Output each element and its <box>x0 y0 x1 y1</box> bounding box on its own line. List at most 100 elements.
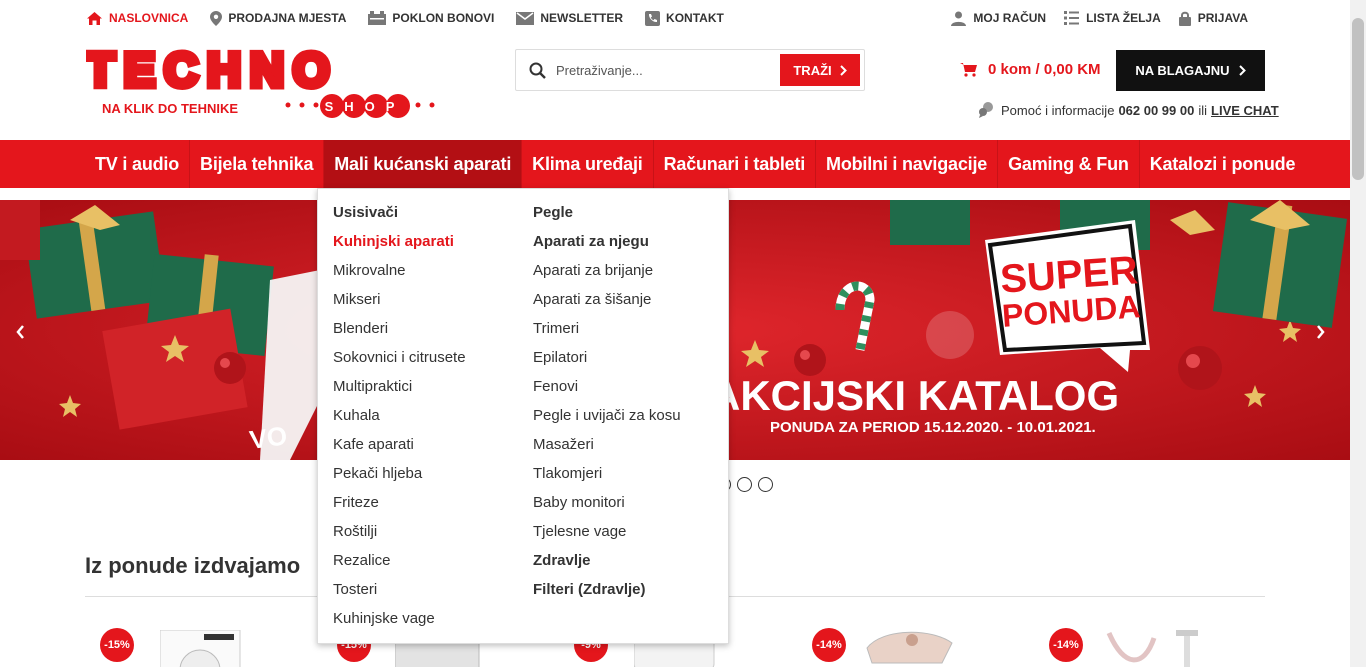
nav-item-mobilni-navigacije[interactable]: Mobilni i navigacije <box>815 140 997 188</box>
checkout-button-label: NA BLAGAJNU <box>1135 63 1230 78</box>
search-button[interactable]: TRAŽI <box>780 54 860 86</box>
search-input[interactable] <box>556 60 776 80</box>
phone-icon <box>645 10 661 26</box>
home-icon <box>87 11 102 25</box>
nav-item-racunari-tableti[interactable]: Računari i tableti <box>652 140 815 188</box>
dropdown-item[interactable]: Mikrovalne <box>333 259 466 288</box>
top-link-wishlist[interactable]: LISTA ŽELJA <box>1064 8 1161 28</box>
chevron-right-icon <box>839 64 847 76</box>
dropdown-item[interactable]: Usisivači <box>333 201 466 230</box>
carousel-dot[interactable] <box>758 477 773 492</box>
svg-text:TECHNO: TECHNO <box>86 48 338 96</box>
page-scrollbar[interactable] <box>1350 0 1366 667</box>
mail-icon <box>516 11 535 25</box>
dropdown-item[interactable]: Zdravlje <box>533 549 681 578</box>
svg-text:SHOP: SHOP <box>325 99 406 114</box>
dropdown-item[interactable]: Sokovnici i citrusete <box>333 346 466 375</box>
dropdown-item[interactable]: Kuhala <box>333 404 466 433</box>
checkout-button[interactable]: NA BLAGAJNU <box>1116 50 1265 91</box>
gift-card-icon <box>368 11 387 25</box>
hero-prev-arrow[interactable] <box>16 322 25 345</box>
top-link-gift-label: POKLON BONOVI <box>392 11 495 25</box>
nav-item-klima-uredjaji[interactable]: Klima uređaji <box>521 140 652 188</box>
top-link-contact-label: KONTAKT <box>666 11 724 25</box>
discount-badge: -14% <box>812 628 846 662</box>
nav-item-katalozi-ponude[interactable]: Katalozi i ponude <box>1138 140 1306 188</box>
help-phone: 062 00 99 00 <box>1118 102 1195 118</box>
dropdown-item[interactable]: Fenovi <box>533 375 681 404</box>
dropdown-item[interactable]: Kafe aparati <box>333 433 466 462</box>
top-link-home[interactable]: NASLOVNICA <box>86 8 188 28</box>
nav-item-tv-audio[interactable]: TV i audio <box>85 140 189 188</box>
svg-text:PONUDA ZA PERIOD 15.12.2020. -: PONUDA ZA PERIOD 15.12.2020. - 10.01.202… <box>770 419 1096 436</box>
lock-icon <box>1178 11 1191 26</box>
list-icon <box>1064 11 1080 25</box>
cart-summary-label: 0 kom / 0,00 KM <box>988 61 1101 78</box>
dropdown-item[interactable]: Aparati za brijanje <box>533 259 681 288</box>
user-icon <box>951 11 967 26</box>
dropdown-item[interactable]: Pegle <box>533 201 681 230</box>
dropdown-item[interactable]: Filteri (Zdravlje) <box>533 578 681 607</box>
dropdown-item[interactable]: Aparati za njegu <box>533 230 681 259</box>
dropdown-item[interactable]: Tlakomjeri <box>533 462 681 491</box>
dropdown-item[interactable]: Masažeri <box>533 433 681 462</box>
scrollbar-thumb[interactable] <box>1352 18 1364 180</box>
dropdown-item[interactable]: Blenderi <box>333 317 466 346</box>
carousel-dot[interactable] <box>737 477 752 492</box>
help-or: ili <box>1198 102 1208 118</box>
discount-badge: -14% <box>1049 628 1083 662</box>
top-link-account-label: MOJ RAČUN <box>973 11 1047 25</box>
top-bar: NASLOVNICA PRODAJNA MJESTA POKLON BONOVI… <box>0 0 1350 38</box>
search-box: TRAŽI <box>515 49 865 91</box>
nav-item-bijela-tehnika[interactable]: Bijela tehnika <box>189 140 323 188</box>
dropdown-item[interactable]: Kuhinjske vage <box>333 607 466 636</box>
top-link-account[interactable]: MOJ RAČUN <box>951 8 1046 28</box>
top-link-login[interactable]: PRIJAVA <box>1178 8 1248 28</box>
dropdown-item[interactable]: Mikseri <box>333 288 466 317</box>
nav-item-mali-kucanski-aparati[interactable]: Mali kućanski aparati <box>323 140 522 188</box>
top-link-gift[interactable]: POKLON BONOVI <box>368 8 494 28</box>
dropdown-column-right: Pegle Aparati za njegu Aparati za brijanje… <box>533 201 681 607</box>
top-link-stores[interactable]: PRODAJNA MJESTA <box>210 8 346 28</box>
product-image <box>866 631 953 664</box>
chevron-left-icon <box>16 325 24 339</box>
dropdown-item[interactable]: Tosteri <box>333 578 466 607</box>
svg-text:NA KLIK DO TEHNIKE: NA KLIK DO TEHNIKE <box>102 101 238 116</box>
dropdown-item[interactable]: Kuhinjski aparati <box>333 230 466 259</box>
dropdown-item[interactable]: Trimeri <box>533 317 681 346</box>
hero-next-arrow[interactable] <box>1316 322 1325 345</box>
top-link-contact[interactable]: KONTAKT <box>645 8 724 28</box>
product-image <box>160 630 241 667</box>
discount-badge: -15% <box>100 628 134 662</box>
cart-summary[interactable]: 0 kom / 0,00 KM <box>960 61 1101 78</box>
dropdown-item[interactable]: Multipraktici <box>333 375 466 404</box>
svg-text:VO: VO <box>248 420 289 455</box>
dropdown-item[interactable]: Tjelesne vage <box>533 520 681 549</box>
dropdown-item[interactable]: Pegle i uvijači za kosu <box>533 404 681 433</box>
map-pin-icon <box>210 10 223 26</box>
top-link-stores-label: PRODAJNA MJESTA <box>228 11 347 25</box>
product-image <box>1106 630 1198 667</box>
dropdown-column-left: Usisivači Kuhinjski aparati Mikrovalne Miks… <box>333 201 466 636</box>
top-link-home-label: NASLOVNICA <box>109 11 189 25</box>
nav-item-gaming-fun[interactable]: Gaming & Fun <box>997 140 1139 188</box>
dropdown-item[interactable]: Rezalice <box>333 549 466 578</box>
dropdown-item[interactable]: Aparati za šišanje <box>533 288 681 317</box>
search-icon <box>529 62 546 79</box>
dropdown-item[interactable]: Roštilji <box>333 520 466 549</box>
cart-icon <box>960 63 977 77</box>
section-title: Iz ponude izdvajamo <box>85 553 301 578</box>
top-link-newsletter[interactable]: NEWSLETTER <box>516 8 623 28</box>
dropdown-item[interactable]: Pekači hljeba <box>333 462 466 491</box>
live-chat-link[interactable]: LIVE CHAT <box>1211 103 1279 118</box>
top-link-wishlist-label: LISTA ŽELJA <box>1086 11 1161 25</box>
dropdown-item[interactable]: Epilatori <box>533 346 681 375</box>
page: NASLOVNICA PRODAJNA MJESTA POKLON BONOVI… <box>0 0 1366 667</box>
main-nav: TV i audio Bijela tehnika Mali kućanski … <box>0 140 1350 188</box>
logo[interactable]: TECHNO TECHNO NA KLIK DO TEHNIKE SHOP <box>83 40 436 118</box>
search-button-label: TRAŽI <box>793 62 832 78</box>
dropdown-item[interactable]: Baby monitori <box>533 491 681 520</box>
support-chat-icon <box>979 102 993 118</box>
techno-shop-logo: TECHNO TECHNO NA KLIK DO TEHNIKE SHOP <box>83 40 435 118</box>
dropdown-item[interactable]: Friteze <box>333 491 466 520</box>
